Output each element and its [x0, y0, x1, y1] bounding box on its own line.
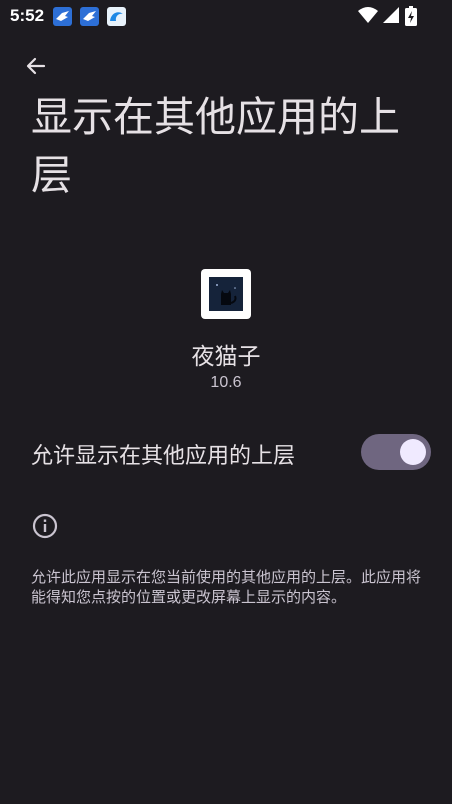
permission-description: 允许此应用显示在您当前使用的其他应用的上层。此应用将能得知您点按的位置或更改屏幕… — [31, 568, 422, 606]
notification-wave-icon — [107, 7, 126, 26]
app-version: 10.6 — [210, 374, 242, 391]
permission-toggle-row[interactable]: 允许显示在其他应用的上层 — [0, 420, 452, 484]
permission-toggle-label: 允许显示在其他应用的上层 — [31, 444, 296, 469]
back-button[interactable] — [16, 46, 56, 86]
arrow-back-icon — [26, 57, 46, 75]
notification-bird-icon — [80, 7, 99, 26]
wifi-icon — [358, 6, 378, 28]
status-time: 5:52 — [10, 6, 45, 25]
battery-charging-icon — [405, 6, 417, 30]
app-name: 夜猫子 — [191, 344, 261, 370]
cat-icon — [209, 277, 243, 311]
permission-toggle-switch[interactable] — [361, 434, 431, 470]
app-icon — [201, 269, 251, 319]
toggle-thumb — [400, 439, 426, 465]
info-icon — [32, 513, 58, 539]
notification-bird-icon — [53, 7, 72, 26]
page-title: 显示在其他应用的上层 — [31, 93, 400, 199]
status-bar: 5:52 — [0, 0, 452, 32]
cellular-signal-icon — [383, 6, 399, 28]
